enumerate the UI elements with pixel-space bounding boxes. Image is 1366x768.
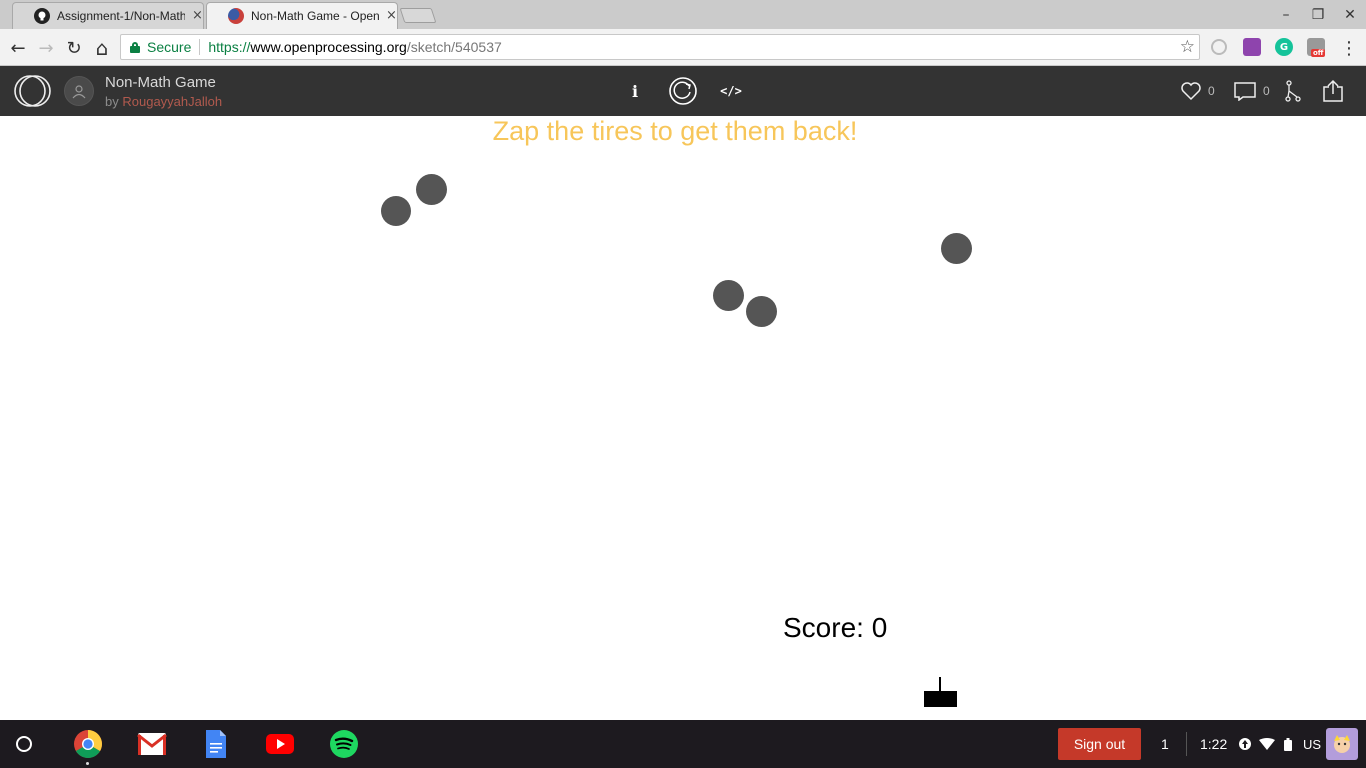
tire[interactable] — [746, 296, 777, 327]
fork-icon — [1285, 80, 1301, 102]
minimize-icon[interactable]: – — [1270, 0, 1302, 29]
code-button[interactable]: </> — [718, 66, 744, 116]
spotify-icon[interactable] — [328, 728, 360, 760]
sign-out-button[interactable]: Sign out — [1058, 728, 1141, 760]
update-icon[interactable] — [1238, 720, 1252, 768]
status-icon[interactable] — [1211, 39, 1227, 55]
home-icon[interactable]: ⌂ — [91, 36, 113, 60]
notification-count[interactable]: 1 — [1161, 720, 1169, 768]
close-window-icon[interactable]: ✕ — [1334, 0, 1366, 29]
address-bar[interactable]: Secure https:// www.openprocessing.org /… — [120, 34, 1200, 60]
tire[interactable] — [941, 233, 972, 264]
adblock-badge: off — [1311, 49, 1326, 57]
adblock-icon[interactable]: off — [1307, 38, 1326, 57]
gmail-icon[interactable] — [136, 728, 168, 760]
restore-icon[interactable]: ❐ — [1302, 0, 1334, 29]
grammarly-icon[interactable]: G — [1275, 38, 1293, 56]
restart-icon — [669, 77, 697, 105]
tire[interactable] — [416, 174, 447, 205]
author-link[interactable]: RougayyahJalloh — [122, 94, 222, 109]
github-icon — [34, 7, 50, 24]
reload-icon[interactable]: ↻ — [63, 37, 85, 59]
docs-icon[interactable] — [200, 728, 232, 760]
user-icon — [72, 85, 86, 99]
launcher-icon[interactable] — [16, 736, 32, 752]
comment-count: 0 — [1263, 84, 1270, 98]
score-label: Score: 0 — [783, 612, 888, 643]
back-icon[interactable]: ← — [7, 37, 29, 59]
lock-icon — [129, 41, 141, 53]
tab-close-icon[interactable]: × — [191, 8, 204, 23]
openprocessing-logo-icon[interactable] — [14, 75, 51, 107]
comment-icon — [1234, 82, 1256, 101]
clock[interactable]: 1:22 — [1200, 720, 1227, 768]
tire[interactable] — [381, 196, 411, 226]
tab-github-assignment[interactable]: Assignment-1/Non-Math × — [12, 2, 204, 29]
fork-button[interactable] — [1284, 66, 1302, 116]
info-button[interactable]: i — [624, 66, 646, 116]
chrome-icon[interactable] — [72, 728, 104, 760]
menu-icon[interactable]: ⋮ — [1338, 37, 1360, 59]
battery-icon[interactable] — [1284, 720, 1292, 768]
browser-toolbar: ← → ↻ ⌂ Secure https:// www.openprocessi… — [0, 29, 1366, 66]
window-controls: – ❐ ✕ — [1270, 0, 1366, 29]
forward-icon[interactable]: → — [35, 37, 57, 59]
zapper-cannon[interactable] — [924, 691, 957, 707]
avatar[interactable] — [64, 76, 94, 106]
restart-button[interactable] — [667, 66, 699, 116]
openprocessing-header: Non-Math Game by RougayyahJalloh i </> 0… — [0, 66, 1366, 116]
by-label: by — [105, 94, 119, 109]
wifi-icon[interactable] — [1259, 720, 1275, 768]
tire[interactable] — [713, 280, 744, 311]
url-path: /sketch/540537 — [406, 39, 502, 55]
url-scheme: https:// — [208, 39, 251, 55]
heart-icon — [1181, 82, 1201, 101]
account-avatar[interactable] — [1326, 728, 1358, 760]
sketch-canvas[interactable]: Zap the tires to get them back! Score: 0 — [0, 116, 1366, 720]
zapper-barrel — [939, 677, 941, 692]
sketch-byline: by RougayyahJalloh — [105, 94, 222, 109]
tab-close-icon[interactable]: × — [385, 8, 398, 23]
secure-label: Secure — [147, 39, 192, 55]
comments-button[interactable]: 0 — [1233, 66, 1270, 116]
sketch-title: Non-Math Game — [105, 74, 216, 91]
puzzle-extension-icon[interactable] — [1243, 38, 1261, 56]
locale-indicator[interactable]: US — [1303, 720, 1321, 768]
like-button[interactable]: 0 — [1180, 66, 1215, 116]
game-prompt: Zap the tires to get them back! — [492, 116, 858, 146]
tab-title: Assignment-1/Non-Math — [57, 8, 186, 23]
url-host: www.openprocessing.org — [250, 39, 407, 55]
running-indicator — [86, 762, 89, 765]
openprocessing-icon — [228, 7, 244, 24]
browser-tab-strip: Assignment-1/Non-Math × Non-Math Game - … — [0, 0, 1366, 29]
tab-non-math-game[interactable]: Non-Math Game - OpenP × — [206, 2, 398, 29]
new-tab-button[interactable] — [399, 8, 437, 23]
bookmark-star-icon[interactable]: ☆ — [1180, 37, 1195, 57]
youtube-icon[interactable] — [264, 728, 296, 760]
chromeos-shelf: Sign out 1 1:22 US — [0, 720, 1366, 768]
like-count: 0 — [1208, 84, 1215, 98]
tab-title: Non-Math Game - OpenP — [251, 8, 380, 23]
share-icon — [1323, 79, 1343, 102]
share-button[interactable] — [1322, 66, 1344, 116]
